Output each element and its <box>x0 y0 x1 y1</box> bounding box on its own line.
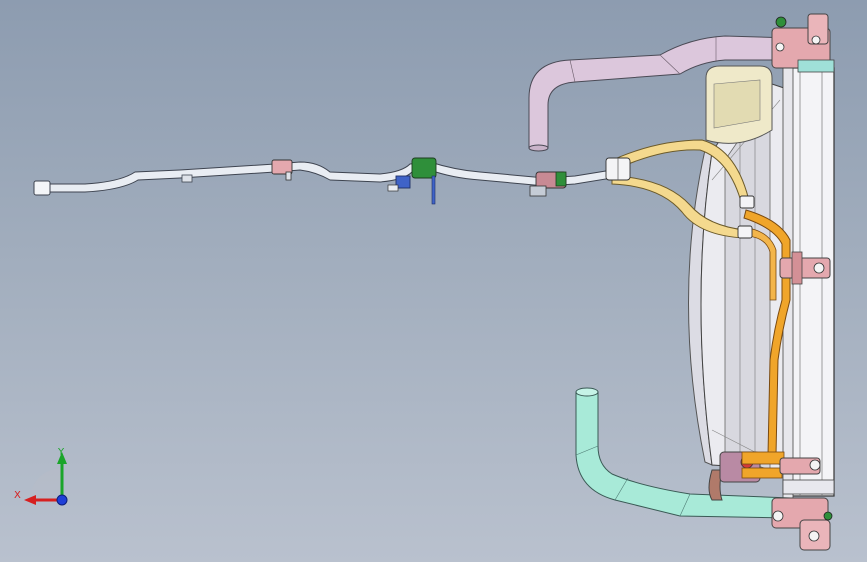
wiring-harness[interactable] <box>33 161 613 196</box>
radiator[interactable] <box>782 65 835 499</box>
expansion-tank[interactable] <box>705 65 773 144</box>
hose-clamp-upper[interactable] <box>605 157 631 181</box>
harness-clip-2[interactable] <box>387 157 437 205</box>
triad-y-label: Y <box>57 447 65 458</box>
cad-graphics-viewport[interactable]: Y X <box>0 0 867 562</box>
triad-x-arrowhead <box>24 495 36 505</box>
triad-x-label: X <box>14 490 21 501</box>
orientation-triad: Y X <box>14 447 68 506</box>
harness-clip-1[interactable] <box>271 159 293 181</box>
bottom-mount-bracket[interactable] <box>771 497 833 551</box>
radiator-assembly-model[interactable]: Y X <box>0 0 867 562</box>
top-mount-bracket[interactable] <box>771 13 835 73</box>
triad-z-axis <box>56 494 68 506</box>
